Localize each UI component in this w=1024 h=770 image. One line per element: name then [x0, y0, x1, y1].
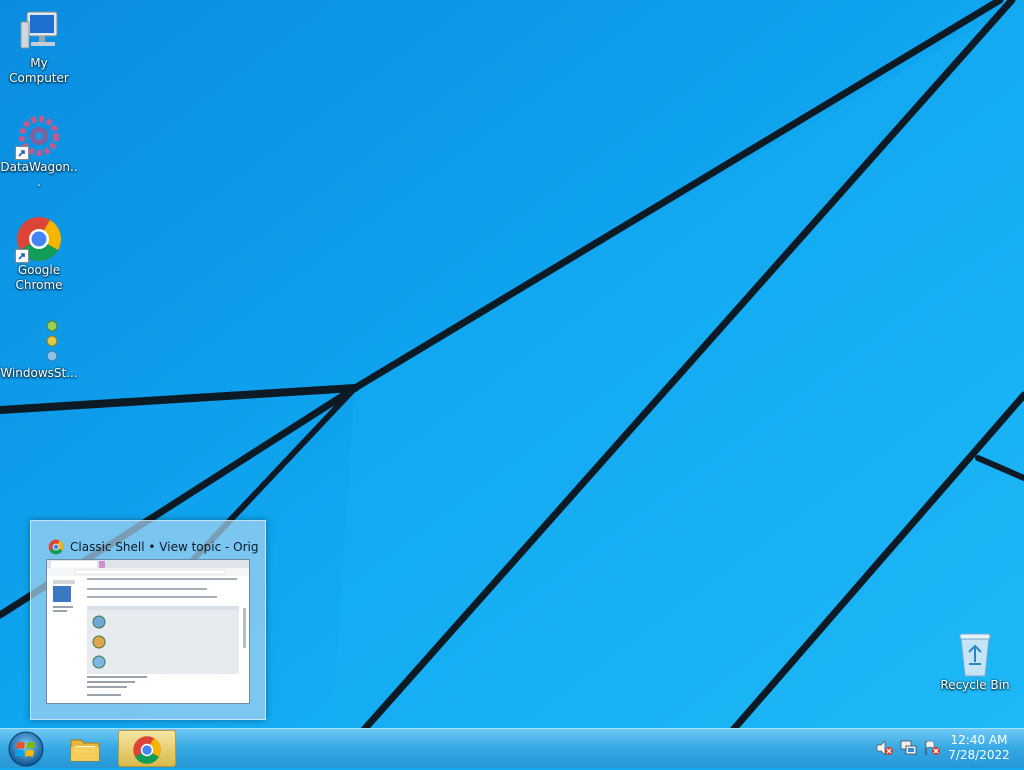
thumbnail-title-bar: Classic Shell • View topic - Origi... — [48, 538, 258, 556]
taskbar-thumbnail-preview[interactable]: Classic Shell • View topic - Origi... — [30, 520, 266, 720]
shortcut-arrow-icon — [15, 146, 29, 160]
desktop-icon-label: Recycle Bin — [940, 678, 1010, 692]
thumbnail-window-image[interactable] — [46, 559, 250, 704]
taskbar: 12:40 AM 7/28/2022 — [0, 728, 1024, 768]
system-tray: 12:40 AM 7/28/2022 — [864, 729, 1024, 767]
desktop-icon-windows-st[interactable]: WindowsSt... — [0, 318, 78, 381]
chrome-icon — [133, 736, 161, 764]
clock-time: 12:40 AM — [950, 733, 1008, 747]
action-center-flag-icon[interactable] — [924, 740, 942, 756]
desktop-icon-google-chrome[interactable]: Google Chrome — [0, 215, 78, 293]
windows-orbs-icon — [15, 318, 63, 366]
thumbnail-page-snapshot — [47, 560, 249, 696]
speaker-muted-icon[interactable] — [876, 740, 894, 756]
desktop-icon-recycle-bin[interactable]: Recycle Bin — [936, 630, 1014, 693]
taskbar-chrome-button[interactable] — [118, 730, 176, 767]
computer-icon — [15, 8, 63, 56]
desktop-icon-my-computer[interactable]: My Computer — [0, 8, 78, 86]
desktop-icon-label: DataWagon... — [0, 160, 78, 189]
start-button[interactable] — [6, 731, 46, 767]
desktop-icon-label: Google Chrome — [15, 263, 63, 292]
recycle-bin-icon — [951, 630, 999, 678]
desktop-icon-label: My Computer — [9, 56, 69, 85]
windows-logo-icon — [8, 731, 44, 767]
desktop-icon-label: WindowsSt... — [0, 366, 78, 380]
folder-icon — [70, 739, 100, 762]
taskbar-clock[interactable]: 12:40 AM 7/28/2022 — [944, 733, 1014, 763]
shortcut-arrow-icon — [15, 249, 29, 263]
chrome-icon — [15, 215, 63, 263]
network-icon[interactable] — [900, 740, 918, 756]
taskbar-file-explorer-button[interactable] — [56, 730, 114, 767]
gear-icon — [15, 112, 63, 160]
desktop-icon-datawagon[interactable]: DataWagon... — [0, 112, 78, 190]
chrome-icon — [48, 539, 64, 555]
clock-date: 7/28/2022 — [948, 748, 1010, 762]
thumbnail-title: Classic Shell • View topic - Origi... — [70, 540, 258, 554]
